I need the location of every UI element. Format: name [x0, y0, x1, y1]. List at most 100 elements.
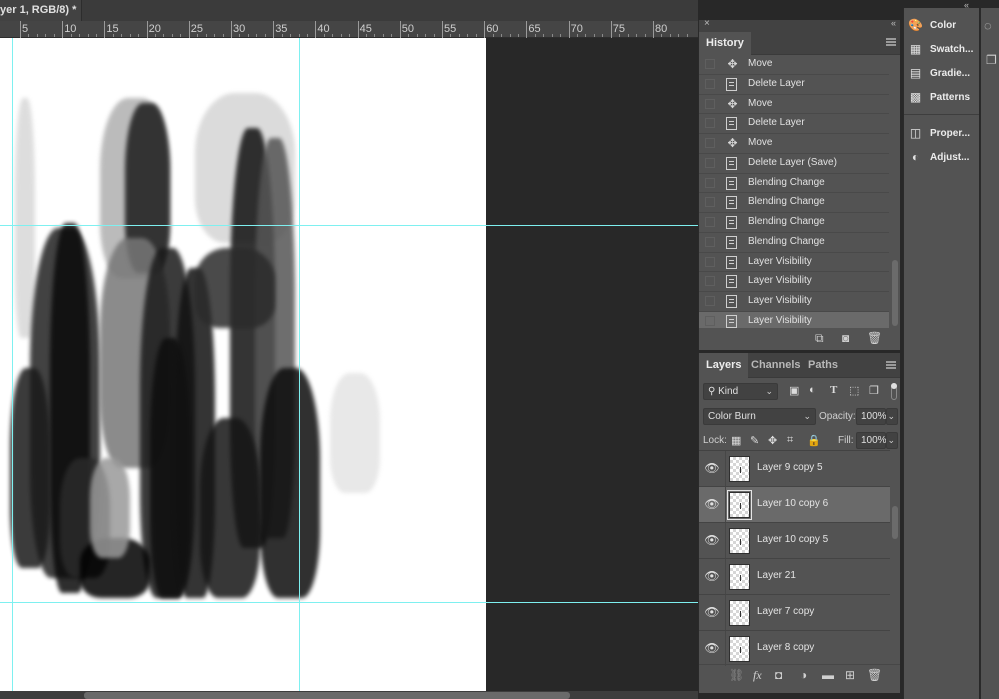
- history-item[interactable]: Delete Layer: [699, 75, 889, 95]
- blend-mode-select[interactable]: Color Burn ⌄: [703, 408, 816, 425]
- history-snapshot-checkbox[interactable]: [705, 236, 715, 247]
- tab-paths[interactable]: Paths: [801, 353, 845, 378]
- dock-item[interactable]: ◫ Proper...: [904, 122, 979, 146]
- history-item[interactable]: Layer Visibility: [699, 253, 889, 273]
- opacity-input[interactable]: 100%: [856, 408, 887, 425]
- history-item[interactable]: ✥ Move: [699, 95, 889, 115]
- layers-scrollbar-thumb[interactable]: [892, 506, 898, 539]
- history-snapshot-checkbox[interactable]: [705, 118, 715, 129]
- trash-icon[interactable]: 🗑: [867, 331, 882, 345]
- horizontal-scrollbar[interactable]: [0, 691, 698, 699]
- guide-vertical[interactable]: [12, 38, 13, 691]
- new-group-folder-icon[interactable]: ▬: [822, 668, 834, 682]
- history-snapshot-checkbox[interactable]: [705, 78, 715, 89]
- dock-item[interactable]: ▩ Patterns: [904, 86, 979, 110]
- lock-image-pixels-icon[interactable]: ✎: [750, 434, 759, 447]
- layer-name[interactable]: Layer 21: [757, 570, 796, 581]
- dock-item[interactable]: ◐ Adjust...: [904, 146, 979, 170]
- panel-menu-icon[interactable]: [886, 38, 896, 46]
- guide-horizontal[interactable]: [0, 602, 698, 603]
- history-snapshot-checkbox[interactable]: [705, 217, 715, 227]
- layer-row[interactable]: 👁 Layer 7 copy: [699, 595, 890, 631]
- layer-row[interactable]: 👁 Layer 10 copy 5: [699, 523, 890, 559]
- layer-name[interactable]: Layer 10 copy 5: [757, 534, 828, 545]
- history-item[interactable]: Delete Layer: [699, 114, 889, 134]
- learn-bulb-icon[interactable]: ◌: [984, 18, 992, 33]
- scrollbar-thumb[interactable]: [84, 692, 570, 699]
- panel-menu-icon[interactable]: [886, 361, 896, 369]
- history-item[interactable]: Blending Change: [699, 174, 889, 194]
- new-document-from-state-icon[interactable]: ⧉: [815, 331, 824, 346]
- close-icon[interactable]: ×: [704, 18, 710, 29]
- visibility-eye-icon[interactable]: 👁: [699, 451, 726, 486]
- opacity-dropdown[interactable]: ⌄: [886, 408, 898, 425]
- fill-input[interactable]: 100%: [856, 432, 887, 449]
- adjustment-layer-icon[interactable]: ◑: [800, 668, 807, 682]
- document-canvas[interactable]: [0, 38, 486, 691]
- history-snapshot-checkbox[interactable]: [705, 59, 715, 69]
- filter-shape-icon[interactable]: ⬚: [849, 384, 859, 397]
- layer-row[interactable]: 👁 Layer 9 copy 5: [699, 451, 890, 487]
- dock-item[interactable]: 🎨 Color: [904, 14, 979, 38]
- filter-pixel-icon[interactable]: ▣: [789, 384, 799, 397]
- visibility-eye-icon[interactable]: 👁: [699, 631, 726, 666]
- filter-toggle[interactable]: [891, 383, 897, 400]
- history-snapshot-checkbox[interactable]: [705, 296, 715, 306]
- fx-icon[interactable]: fx: [753, 668, 762, 683]
- new-layer-icon[interactable]: ⊞: [845, 668, 855, 682]
- guide-horizontal[interactable]: [0, 225, 698, 226]
- tab-layers[interactable]: Layers: [699, 353, 749, 378]
- lock-all-icon[interactable]: 🔒: [807, 434, 821, 447]
- history-snapshot-checkbox[interactable]: [705, 138, 715, 148]
- lock-artboard-icon[interactable]: ⌗: [787, 434, 793, 447]
- filter-adjustment-icon[interactable]: ◐: [809, 384, 816, 396]
- history-scrollbar-thumb[interactable]: [892, 260, 898, 326]
- visibility-eye-icon[interactable]: 👁: [699, 559, 726, 594]
- layer-row[interactable]: 👁 Layer 10 copy 6: [699, 487, 890, 523]
- libraries-icon[interactable]: ❐: [986, 53, 997, 67]
- filter-smart-object-icon[interactable]: ❐: [869, 384, 879, 397]
- layer-thumbnail[interactable]: [729, 528, 750, 554]
- layer-name[interactable]: Layer 9 copy 5: [757, 462, 823, 473]
- history-item[interactable]: Blending Change: [699, 213, 889, 233]
- dock-item[interactable]: ▦ Swatch...: [904, 38, 979, 62]
- fill-dropdown[interactable]: ⌄: [886, 432, 898, 449]
- history-item[interactable]: Blending Change: [699, 193, 889, 213]
- history-item[interactable]: ✥ Move: [699, 134, 889, 154]
- layer-name[interactable]: Layer 8 copy: [757, 642, 814, 653]
- history-item[interactable]: Layer Visibility: [699, 272, 889, 292]
- visibility-eye-icon[interactable]: 👁: [699, 487, 726, 522]
- history-item[interactable]: Layer Visibility: [699, 311, 889, 328]
- history-snapshot-checkbox[interactable]: [705, 315, 715, 326]
- history-snapshot-checkbox[interactable]: [705, 197, 715, 208]
- history-snapshot-checkbox[interactable]: [705, 276, 715, 287]
- history-snapshot-checkbox[interactable]: [705, 98, 715, 109]
- layer-thumbnail[interactable]: [727, 490, 752, 520]
- history-item[interactable]: Delete Layer (Save): [699, 154, 889, 174]
- snapshot-camera-icon[interactable]: ◙: [842, 331, 849, 345]
- guide-vertical[interactable]: [299, 38, 300, 691]
- history-item[interactable]: Blending Change: [699, 233, 889, 253]
- horizontal-ruler[interactable]: 5 10 15 20 25 30 35 40 45 50 55 60 65 70 75 80: [0, 21, 698, 38]
- visibility-eye-icon[interactable]: 👁: [699, 523, 726, 558]
- tab-history[interactable]: History: [699, 32, 751, 55]
- history-item[interactable]: Layer Visibility: [699, 292, 889, 312]
- history-item[interactable]: ✥ Move: [699, 55, 889, 75]
- document-tab[interactable]: yer 1, RGB/8) *: [0, 0, 82, 21]
- canvas-workspace[interactable]: [0, 38, 698, 691]
- layer-mask-icon[interactable]: ◘: [775, 668, 782, 682]
- trash-icon[interactable]: 🗑: [867, 668, 882, 682]
- layer-thumbnail[interactable]: [729, 636, 750, 662]
- layer-thumbnail[interactable]: [729, 600, 750, 626]
- layer-name[interactable]: Layer 7 copy: [757, 606, 814, 617]
- link-layers-icon[interactable]: ⛓: [729, 668, 744, 682]
- history-snapshot-checkbox[interactable]: [705, 157, 715, 168]
- lock-position-icon[interactable]: ✥: [768, 434, 777, 447]
- collapse-icon[interactable]: «: [891, 18, 896, 28]
- visibility-eye-icon[interactable]: 👁: [699, 595, 726, 630]
- filter-kind-select[interactable]: ⚲ Kind ⌄: [703, 383, 778, 400]
- layer-name[interactable]: Layer 10 copy 6: [757, 498, 828, 509]
- layer-thumbnail[interactable]: [729, 456, 750, 482]
- tab-channels[interactable]: Channels: [744, 353, 808, 378]
- lock-transparent-pixels-icon[interactable]: ▦: [731, 434, 741, 447]
